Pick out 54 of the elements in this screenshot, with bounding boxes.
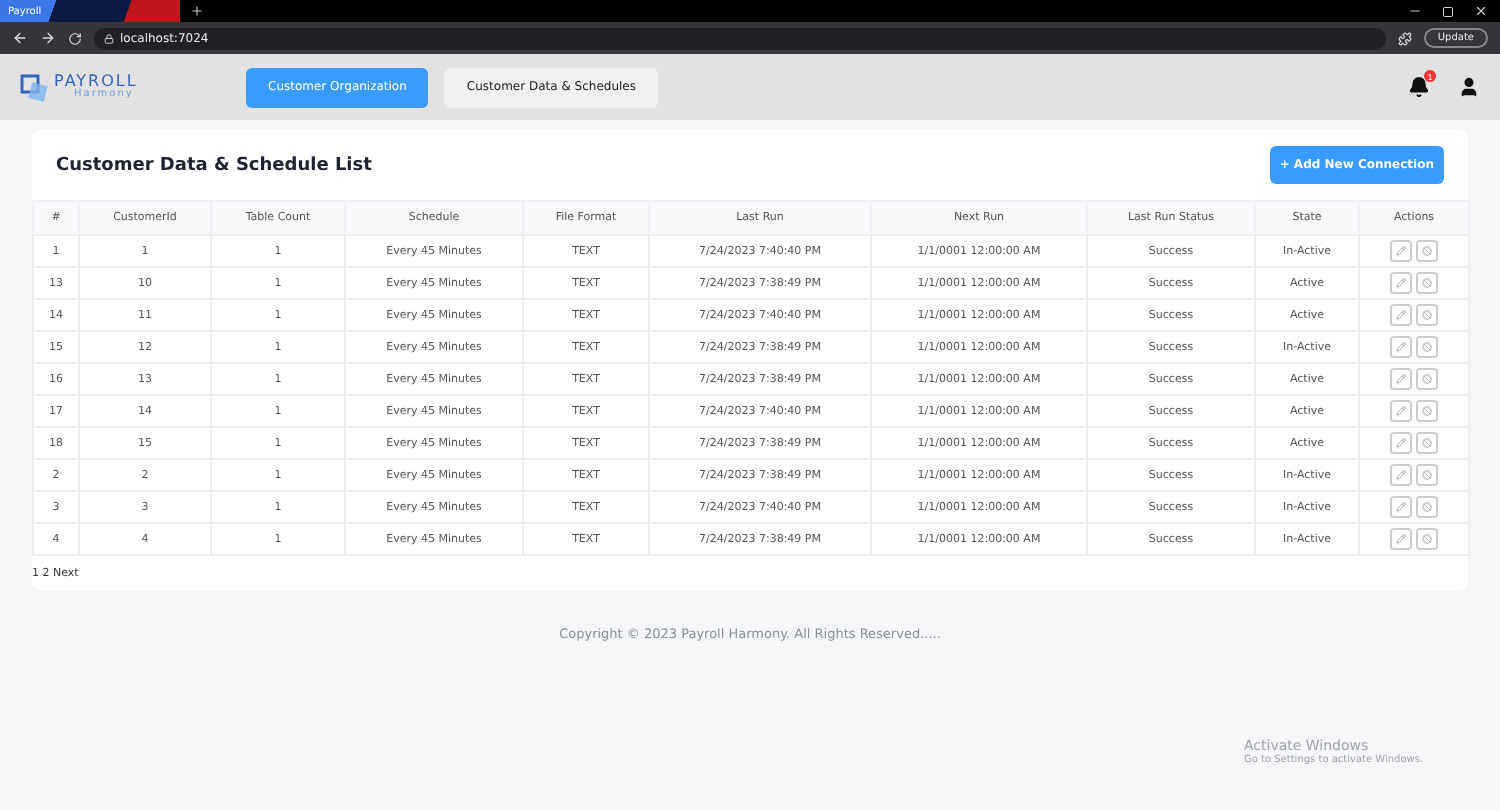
new-tab-icon[interactable] (190, 4, 204, 18)
reload-icon[interactable] (68, 31, 82, 45)
disable-button[interactable] (1416, 464, 1438, 486)
edit-button[interactable] (1390, 528, 1412, 550)
pencil-icon (1396, 534, 1406, 544)
pencil-icon (1396, 246, 1406, 256)
card-title: Customer Data & Schedule List (56, 155, 372, 175)
logo-icon (20, 73, 48, 101)
edit-button[interactable] (1390, 336, 1412, 358)
disable-button[interactable] (1416, 368, 1438, 390)
logo-text: PAYROLL (54, 74, 138, 90)
disable-button[interactable] (1416, 528, 1438, 550)
maximize-icon[interactable] (1442, 5, 1454, 17)
pencil-icon (1396, 310, 1406, 320)
edit-button[interactable] (1390, 432, 1412, 454)
edit-button[interactable] (1390, 464, 1412, 486)
ban-icon (1422, 438, 1432, 448)
edit-button[interactable] (1390, 304, 1412, 326)
ban-icon (1422, 278, 1432, 288)
forward-icon[interactable] (40, 30, 56, 46)
pencil-icon (1396, 406, 1406, 416)
user-icon[interactable] (1458, 76, 1480, 98)
edit-button[interactable] (1390, 496, 1412, 518)
ban-icon (1422, 310, 1432, 320)
disable-button[interactable] (1416, 240, 1438, 262)
pencil-icon (1396, 278, 1406, 288)
edit-button[interactable] (1390, 368, 1412, 390)
ban-icon (1422, 470, 1432, 480)
disable-button[interactable] (1416, 304, 1438, 326)
minimize-icon[interactable] (1408, 4, 1422, 18)
extensions-icon[interactable] (1397, 31, 1412, 45)
back-icon[interactable] (12, 30, 28, 46)
disable-button[interactable] (1416, 400, 1438, 422)
ban-icon (1422, 534, 1432, 544)
disable-button[interactable] (1416, 496, 1438, 518)
ban-icon (1422, 406, 1432, 416)
close-icon[interactable] (1474, 4, 1488, 18)
disable-button[interactable] (1416, 336, 1438, 358)
lock-icon (104, 33, 114, 43)
edit-button[interactable] (1390, 400, 1412, 422)
pencil-icon (1396, 502, 1406, 512)
disable-button[interactable] (1416, 272, 1438, 294)
bell-icon[interactable] (1408, 76, 1430, 98)
ban-icon (1422, 342, 1432, 352)
pencil-icon (1396, 342, 1406, 352)
pencil-icon (1396, 438, 1406, 448)
ban-icon (1422, 502, 1432, 512)
pencil-icon (1396, 470, 1406, 480)
edit-button[interactable] (1390, 272, 1412, 294)
disable-button[interactable] (1416, 432, 1438, 454)
pencil-icon (1396, 374, 1406, 384)
edit-button[interactable] (1390, 240, 1412, 262)
ban-icon (1422, 374, 1432, 384)
ban-icon (1422, 246, 1432, 256)
